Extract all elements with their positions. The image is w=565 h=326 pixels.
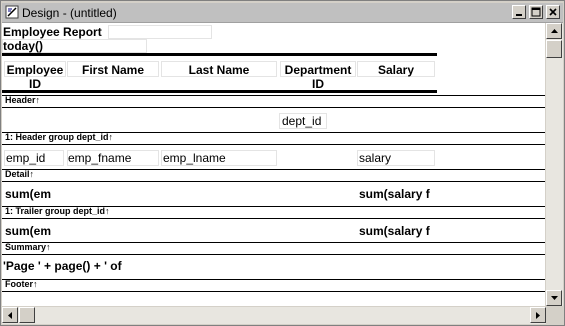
band-header-label: Header↑ — [5, 95, 41, 105]
header-top-rule — [2, 53, 437, 56]
band-summary[interactable]: Summary↑ — [2, 242, 545, 255]
dept-id-field[interactable]: dept_id — [282, 114, 321, 128]
col-salary[interactable]: Salary — [357, 63, 435, 77]
scroll-right-button[interactable] — [530, 307, 546, 323]
col-first-name[interactable]: First Name — [67, 63, 159, 77]
band-group-header[interactable]: 1: Header group dept_id↑ — [2, 132, 545, 145]
emp-fname-field[interactable]: emp_fname — [68, 151, 131, 165]
horizontal-scroll-thumb[interactable] — [19, 307, 35, 323]
page-expression[interactable]: 'Page ' + page() + ' of — [3, 259, 122, 273]
scroll-left-arrow-icon — [8, 312, 12, 319]
band-detail[interactable]: Detail↑ — [2, 169, 545, 182]
trailer-sum-left[interactable]: sum(em — [5, 224, 51, 238]
scroll-right-arrow-icon — [536, 312, 540, 319]
scrollbar-corner — [546, 307, 563, 324]
band-trailer-label: 1: Trailer group dept_id↑ — [5, 206, 110, 216]
close-button[interactable] — [546, 5, 560, 19]
header-bottom-rule — [2, 90, 437, 93]
maximize-icon — [531, 7, 541, 17]
close-icon — [549, 8, 557, 16]
vertical-scrollbar[interactable] — [546, 23, 563, 306]
window-title: Design - (untitled) — [22, 6, 117, 20]
title-box — [108, 25, 212, 39]
band-footer[interactable]: Footer↑ — [2, 279, 545, 292]
report-title[interactable]: Employee Report — [3, 25, 102, 39]
design-window: Design - (untitled) Employee Report toda… — [0, 0, 565, 326]
col-emp-id-line1[interactable]: Employee — [5, 63, 65, 77]
minimize-button[interactable] — [512, 5, 526, 19]
col-dept-line1[interactable]: Department — [278, 63, 358, 77]
title-bar[interactable]: Design - (untitled) — [2, 3, 563, 23]
minimize-icon — [516, 14, 522, 16]
trailer-sum-right[interactable]: sum(salary f — [359, 224, 430, 238]
band-header[interactable]: Header↑ — [2, 95, 545, 108]
band-footer-label: Footer↑ — [5, 279, 38, 289]
scroll-down-arrow-icon — [551, 296, 558, 300]
date-expression[interactable]: today() — [3, 39, 43, 53]
report-design-canvas[interactable]: Employee Report today() Employee ID Firs… — [2, 23, 545, 306]
band-detail-label: Detail↑ — [5, 169, 35, 179]
col-dept-line2[interactable]: ID — [278, 77, 358, 91]
emp-id-field[interactable]: emp_id — [6, 151, 45, 165]
scroll-up-arrow-icon — [551, 29, 558, 33]
detail-sum-left[interactable]: sum(em — [5, 187, 51, 201]
scroll-left-button[interactable] — [2, 307, 18, 323]
vertical-scroll-thumb[interactable] — [546, 40, 562, 58]
band-summary-label: Summary↑ — [5, 242, 51, 252]
scroll-down-button[interactable] — [546, 290, 562, 306]
maximize-button[interactable] — [529, 5, 543, 19]
detail-sum-right[interactable]: sum(salary f — [359, 187, 430, 201]
salary-field[interactable]: salary — [359, 151, 391, 165]
horizontal-scrollbar[interactable] — [2, 307, 546, 324]
band-group-header-label: 1: Header group dept_id↑ — [5, 132, 114, 142]
scroll-up-button[interactable] — [546, 23, 562, 39]
emp-lname-field[interactable]: emp_lname — [163, 151, 226, 165]
band-trailer[interactable]: 1: Trailer group dept_id↑ — [2, 206, 545, 219]
col-emp-id-line2[interactable]: ID — [5, 77, 65, 91]
col-last-name[interactable]: Last Name — [161, 63, 277, 77]
design-window-icon — [5, 5, 19, 19]
